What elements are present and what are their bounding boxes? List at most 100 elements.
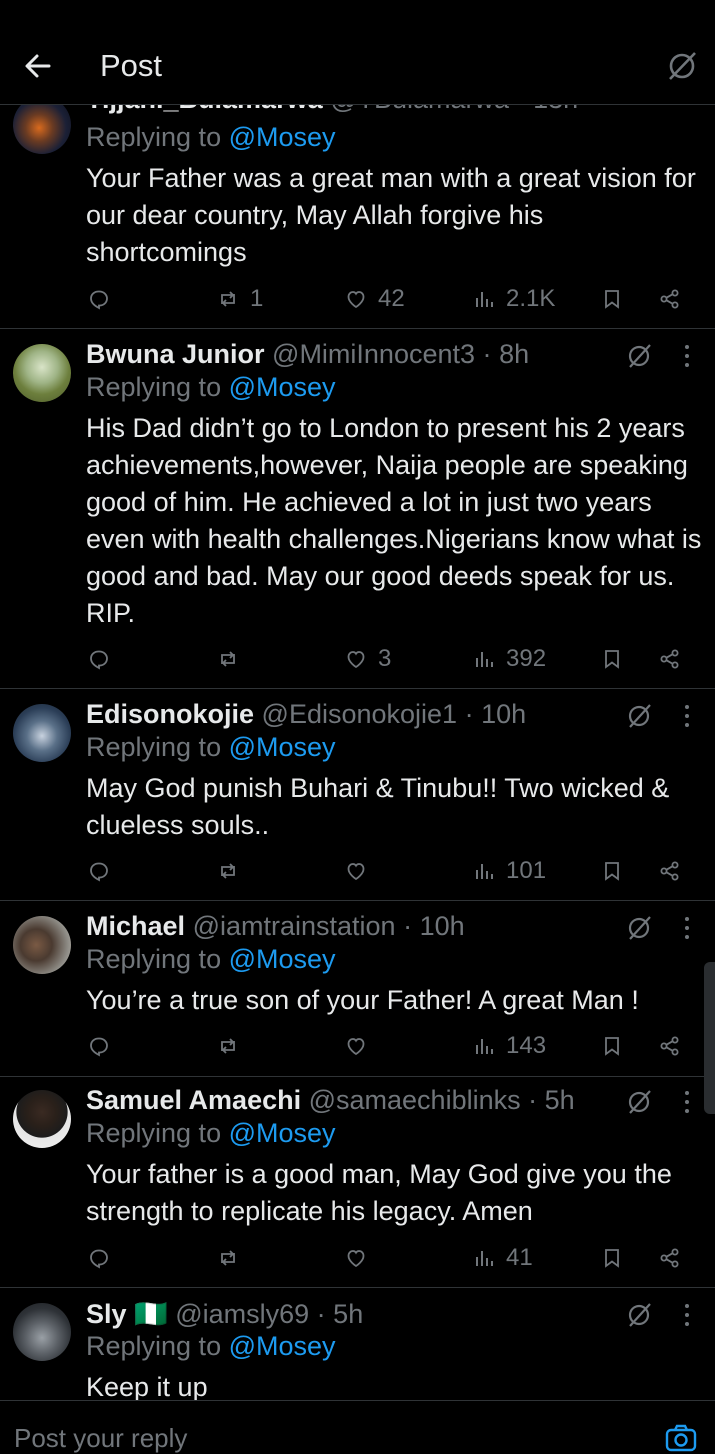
- tweet-time[interactable]: 5h: [333, 1299, 363, 1329]
- replying-to: Replying to @Mosey: [86, 1331, 336, 1361]
- grok-icon[interactable]: [624, 1087, 654, 1117]
- tweet-author-line: Bwuna Junior @MimiInnocent3 · 8h: [86, 339, 530, 369]
- share-button[interactable]: [658, 856, 682, 886]
- repost-button[interactable]: 1: [216, 284, 263, 314]
- repost-button[interactable]: [216, 644, 240, 674]
- mention-link[interactable]: @Mosey: [229, 1331, 336, 1361]
- reply-icon: [90, 862, 108, 882]
- views-button[interactable]: 392: [472, 644, 546, 674]
- share-icon: [660, 1248, 679, 1268]
- author-handle[interactable]: @iamtrainstation: [193, 911, 396, 941]
- tweet-author-line: Samuel Amaechi @samaechiblinks · 5h: [86, 1085, 575, 1115]
- reply-button[interactable]: [87, 284, 111, 314]
- tweet-time[interactable]: 10h: [481, 699, 526, 729]
- views-icon: [476, 292, 493, 307]
- tweet-author-line: Sly 🇳🇬 @iamsly69 · 5h: [86, 1299, 364, 1329]
- repost-button[interactable]: [216, 1031, 240, 1061]
- reply-tweet[interactable]: Michael @iamtrainstation · 10h Replying …: [0, 901, 715, 1077]
- bookmark-button[interactable]: [600, 284, 624, 314]
- tweet-author-line: Edisonokojie @Edisonokojie1 · 10h: [86, 699, 527, 729]
- views-button[interactable]: 2.1K: [472, 284, 555, 314]
- author-handle[interactable]: @MimiInnocent3: [272, 339, 475, 369]
- grok-icon[interactable]: [664, 48, 700, 84]
- mention-link[interactable]: @Mosey: [229, 372, 336, 402]
- like-button[interactable]: [344, 856, 368, 886]
- like-button[interactable]: 3: [344, 644, 391, 674]
- heart-icon: [347, 651, 365, 669]
- reply-tweet[interactable]: Tijjani_Bulamarwa @TBulamarwa · 13h Repl…: [0, 80, 715, 329]
- avatar[interactable]: [13, 1303, 71, 1361]
- like-button[interactable]: 42: [344, 284, 405, 314]
- share-button[interactable]: [658, 1243, 682, 1273]
- bookmark-button[interactable]: [600, 1243, 624, 1273]
- author-name[interactable]: Bwuna Junior: [86, 339, 265, 369]
- grok-icon[interactable]: [624, 341, 654, 371]
- reply-button[interactable]: [87, 1243, 111, 1273]
- views-count: 2.1K: [506, 285, 556, 312]
- tweet-time[interactable]: 10h: [420, 911, 465, 941]
- share-button[interactable]: [658, 1031, 682, 1061]
- mention-link[interactable]: @Mosey: [229, 1118, 336, 1148]
- share-icon: [660, 289, 679, 309]
- author-name[interactable]: Michael: [86, 911, 185, 941]
- avatar[interactable]: [13, 704, 71, 762]
- share-button[interactable]: [658, 644, 682, 674]
- more-icon[interactable]: [675, 341, 699, 371]
- author-name[interactable]: Edisonokojie: [86, 699, 254, 729]
- repost-button[interactable]: [216, 1243, 240, 1273]
- author-handle[interactable]: @iamsly69: [175, 1299, 309, 1329]
- views-button[interactable]: 41: [472, 1243, 533, 1273]
- author-handle[interactable]: @samaechiblinks: [309, 1085, 521, 1115]
- reply-composer[interactable]: Post your reply: [0, 1400, 715, 1453]
- scrollbar[interactable]: [704, 962, 715, 1114]
- heart-icon: [347, 863, 365, 881]
- like-button[interactable]: [344, 1243, 368, 1273]
- bookmark-button[interactable]: [600, 644, 624, 674]
- views-button[interactable]: 143: [472, 1031, 546, 1061]
- bookmark-button[interactable]: [600, 1031, 624, 1061]
- more-icon[interactable]: [675, 701, 699, 731]
- share-button[interactable]: [658, 284, 682, 314]
- like-count: 42: [378, 285, 405, 312]
- reply-icon: [90, 1037, 108, 1057]
- reply-tweet[interactable]: Edisonokojie @Edisonokojie1 · 10h Replyi…: [0, 689, 715, 901]
- mention-link[interactable]: @Mosey: [229, 122, 336, 152]
- grok-icon[interactable]: [624, 1300, 654, 1330]
- avatar[interactable]: [13, 1090, 71, 1148]
- author-name[interactable]: Samuel Amaechi: [86, 1085, 301, 1115]
- avatar[interactable]: [13, 344, 71, 402]
- tweet-text: May God punish Buhari & Tinubu!! Two wic…: [86, 773, 670, 840]
- author-handle[interactable]: @Edisonokojie1: [262, 699, 458, 729]
- tweet-time[interactable]: 8h: [499, 339, 529, 369]
- share-icon: [660, 1036, 679, 1056]
- reply-input[interactable]: Post your reply: [14, 1423, 187, 1454]
- views-icon: [476, 652, 493, 667]
- bookmark-button[interactable]: [600, 856, 624, 886]
- tweet-text: Your Father was a great man with a great…: [86, 163, 696, 267]
- mention-link[interactable]: @Mosey: [229, 732, 336, 762]
- reply-button[interactable]: [87, 644, 111, 674]
- reply-button[interactable]: [87, 1031, 111, 1061]
- mention-link[interactable]: @Mosey: [229, 944, 336, 974]
- views-button[interactable]: 101: [472, 856, 546, 886]
- grok-icon[interactable]: [624, 701, 654, 731]
- back-arrow-icon[interactable]: [20, 48, 56, 84]
- more-icon[interactable]: [675, 913, 699, 943]
- views-count: 41: [506, 1244, 533, 1271]
- like-button[interactable]: [344, 1031, 368, 1061]
- reply-tweet[interactable]: Samuel Amaechi @samaechiblinks · 5h Repl…: [0, 1077, 715, 1288]
- camera-icon[interactable]: [664, 1423, 698, 1453]
- reply-tweet[interactable]: Bwuna Junior @MimiInnocent3 · 8h Replyin…: [0, 329, 715, 689]
- share-icon: [660, 861, 679, 881]
- like-count: 3: [378, 645, 392, 672]
- tweet-time[interactable]: 5h: [545, 1085, 575, 1115]
- avatar[interactable]: [13, 916, 71, 974]
- repost-icon: [221, 651, 235, 667]
- views-count: 392: [506, 645, 547, 672]
- more-icon[interactable]: [675, 1300, 699, 1330]
- author-name[interactable]: Sly: [86, 1299, 127, 1329]
- reply-button[interactable]: [87, 856, 111, 886]
- grok-icon[interactable]: [624, 913, 654, 943]
- more-icon[interactable]: [675, 1087, 699, 1117]
- repost-button[interactable]: [216, 856, 240, 886]
